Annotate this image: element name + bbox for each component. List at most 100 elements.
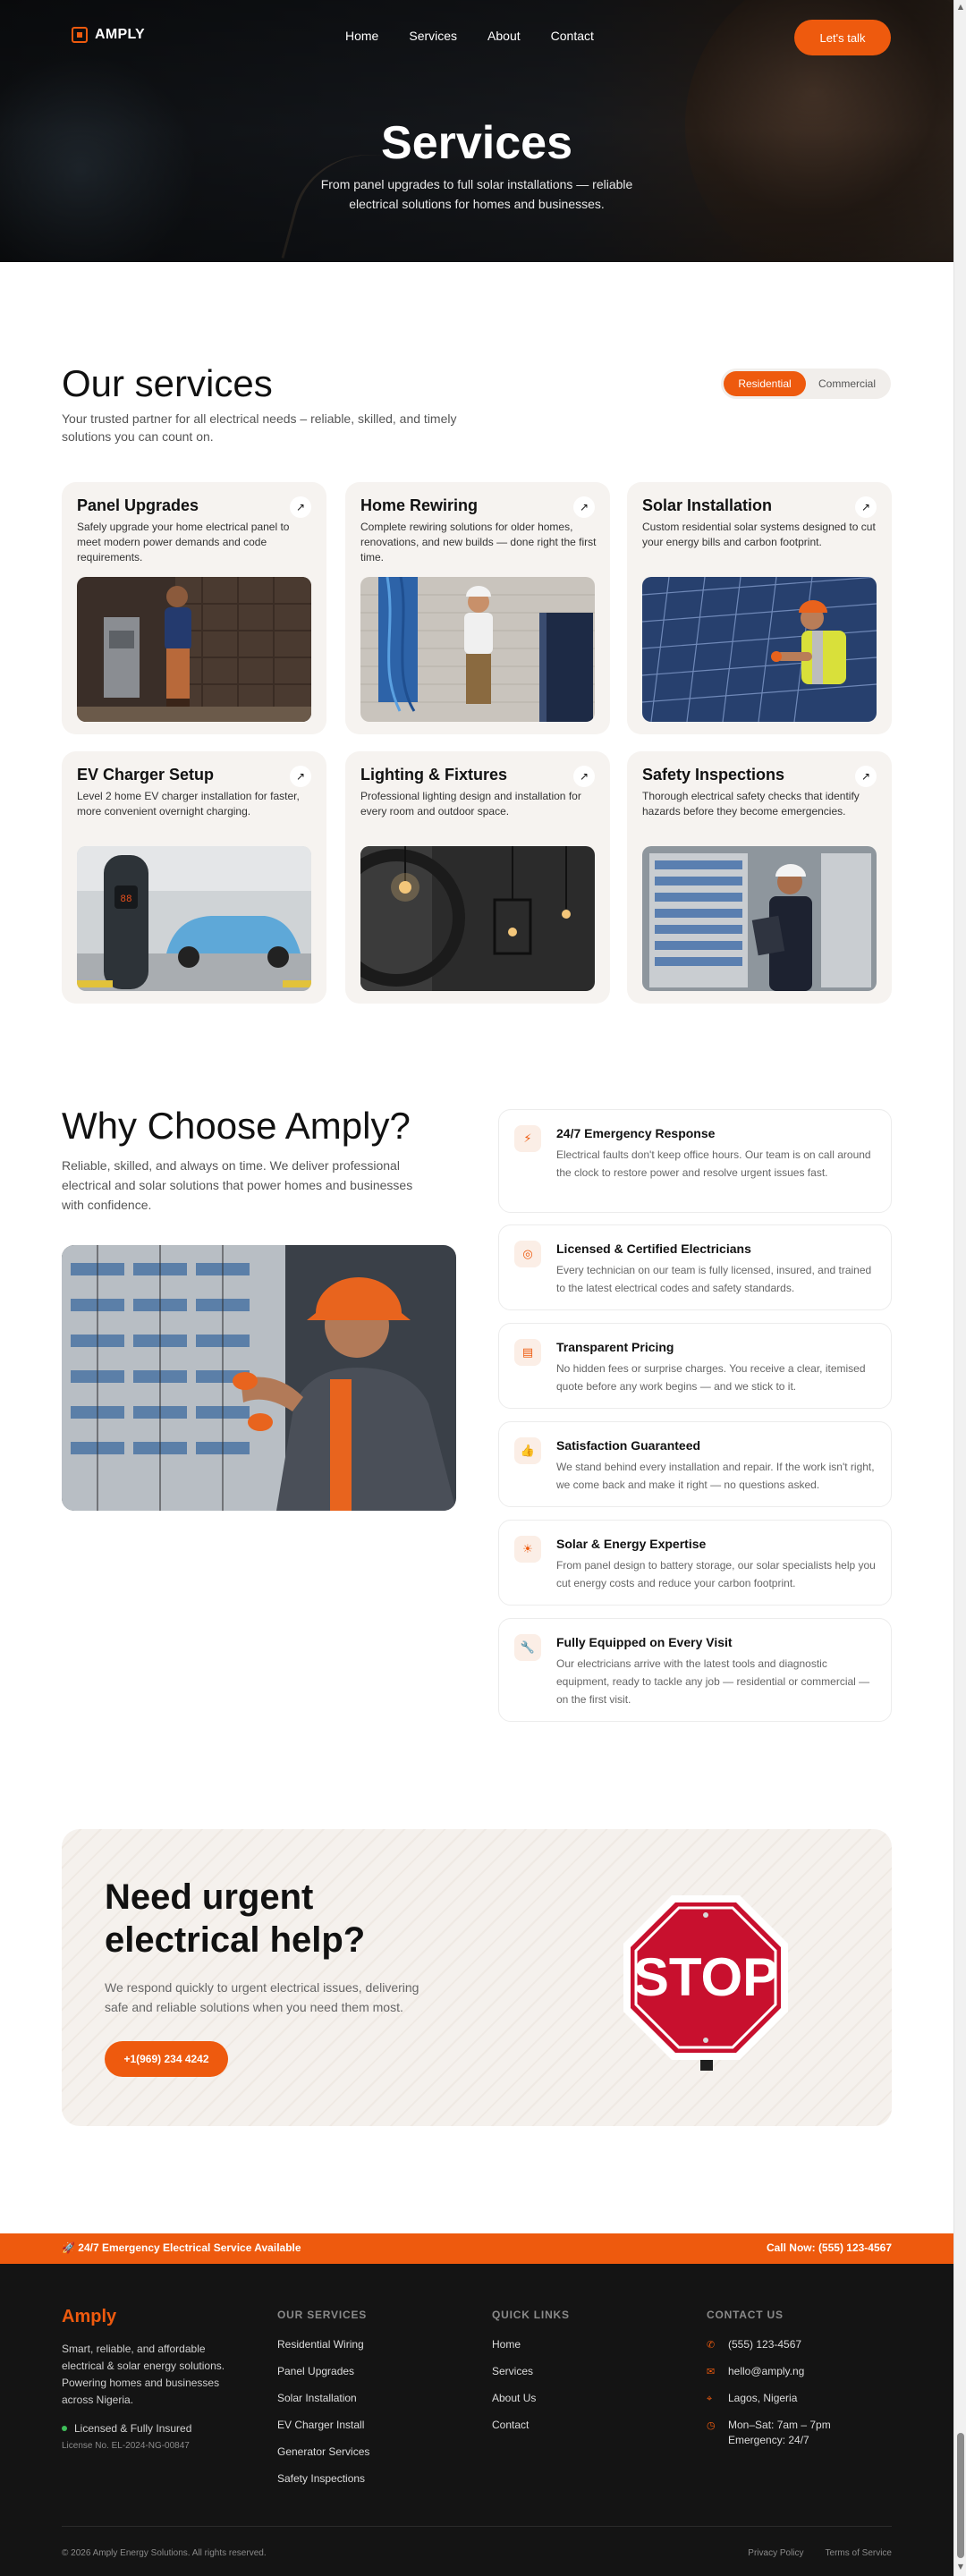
receipt-icon: ▤ — [514, 1339, 541, 1366]
feature-title: Transparent Pricing — [556, 1340, 674, 1354]
card-description: Complete rewiring solutions for older ho… — [360, 521, 597, 564]
feature-description: From panel design to battery storage, ou… — [556, 1559, 876, 1589]
footer-link-contact[interactable]: Contact — [492, 2418, 536, 2433]
cta-subtitle: We respond quickly to urgent electrical … — [105, 1980, 419, 2014]
card-description: Professional lighting design and install… — [360, 790, 581, 818]
nav-link-services[interactable]: Services — [409, 29, 457, 43]
legal-links: Privacy Policy Terms of Service — [748, 2548, 892, 2558]
stop-sign-image: STOP — [622, 1894, 790, 2072]
card-description: Safely upgrade your home electrical pane… — [77, 521, 290, 564]
footer-contact-heading: CONTACT US — [707, 2309, 784, 2321]
footer-services-list: Residential Wiring Panel Upgrades Solar … — [277, 2337, 369, 2487]
feature-card: 👍 Satisfaction Guaranteed We stand behin… — [498, 1421, 892, 1507]
card-title: Safety Inspections — [642, 766, 785, 784]
services-heading: Our services — [62, 362, 273, 404]
footer-link-services[interactable]: Services — [492, 2364, 536, 2379]
feature-title: Fully Equipped on Every Visit — [556, 1635, 733, 1649]
card-title: Lighting & Fixtures — [360, 766, 507, 784]
card-title: Solar Installation — [642, 496, 773, 514]
contact-hours-text: Mon–Sat: 7am – 7pm Emergency: 24/7 — [728, 2418, 831, 2448]
feature-card: ☀ Solar & Energy Expertise From panel de… — [498, 1520, 892, 1606]
feature-title: Satisfaction Guaranteed — [556, 1438, 701, 1453]
toggle-residential[interactable]: Residential — [724, 371, 806, 396]
wrench-icon: 🔧 — [514, 1634, 541, 1661]
terms-of-service-link[interactable]: Terms of Service — [826, 2548, 892, 2558]
feature-description: Electrical faults don't keep office hour… — [556, 1148, 871, 1179]
copyright: © 2026 Amply Energy Solutions. All right… — [62, 2548, 267, 2558]
cta-heading: Need urgent electrical help? — [105, 1877, 366, 1960]
vertical-scrollbar[interactable]: ▲ ▼ — [953, 0, 966, 2576]
contact-email[interactable]: ✉ hello@amply.ng — [707, 2364, 831, 2379]
footer-link-safety-inspections[interactable]: Safety Inspections — [277, 2471, 369, 2487]
card-description: Custom residential solar systems designe… — [642, 521, 876, 548]
home-rewiring-photo — [360, 577, 595, 722]
contact-phone-text: (555) 123-4567 — [728, 2338, 802, 2351]
lets-talk-button[interactable]: Let's talk — [794, 20, 891, 55]
footer-link-panel-upgrades[interactable]: Panel Upgrades — [277, 2364, 369, 2379]
arrow-up-right-icon[interactable]: ↗ — [855, 766, 877, 787]
nav-link-about[interactable]: About — [487, 29, 521, 43]
footer-link-about[interactable]: About Us — [492, 2391, 536, 2406]
card-title: Home Rewiring — [360, 496, 479, 514]
toggle-commercial[interactable]: Commercial — [806, 371, 888, 396]
licensed-badge: Licensed & Fully Insured — [62, 2422, 191, 2435]
feature-description: Every technician on our team is fully li… — [556, 1264, 872, 1294]
service-card-lighting-fixtures[interactable]: Lighting & Fixtures ↗ Professional light… — [345, 751, 610, 1004]
scroll-thumb[interactable] — [957, 2433, 964, 2558]
arrow-up-right-icon[interactable]: ↗ — [573, 766, 595, 787]
status-dot-icon — [62, 2426, 67, 2431]
page-title: Services — [381, 117, 572, 169]
emergency-bar: 🚀 24/7 Emergency Electrical Service Avai… — [0, 2233, 953, 2264]
hours-emergency: Emergency: 24/7 — [728, 2434, 809, 2446]
brand-logo[interactable]: AMPLY — [72, 27, 145, 43]
feature-card: ⚡ 24/7 Emergency Response Electrical fau… — [498, 1109, 892, 1213]
footer-about: Smart, reliable, and affordable electric… — [62, 2343, 225, 2406]
service-card-solar-installation[interactable]: Solar Installation ↗ Custom residential … — [627, 482, 892, 734]
feature-title: Solar & Energy Expertise — [556, 1537, 707, 1551]
ev-charger-photo: 88 — [77, 846, 311, 991]
card-title: Panel Upgrades — [77, 496, 199, 514]
feature-description: We stand behind every installation and r… — [556, 1461, 875, 1491]
footer-link-solar-installation[interactable]: Solar Installation — [277, 2391, 369, 2406]
footer-contact-list: ✆ (555) 123-4567 ✉ hello@amply.ng ⌖ Lago… — [707, 2337, 831, 2448]
scroll-down-icon[interactable]: ▼ — [957, 2563, 964, 2571]
service-card-safety-inspections[interactable]: Safety Inspections ↗ Thorough electrical… — [627, 751, 892, 1004]
mail-icon: ✉ — [707, 2366, 716, 2377]
top-nav: AMPLY Home Services About Contact Let's … — [0, 16, 953, 59]
nav-link-contact[interactable]: Contact — [551, 29, 594, 43]
stop-sign-text: STOP — [633, 1947, 778, 2007]
emergency-bar-text: 🚀 24/7 Emergency Electrical Service Avai… — [62, 2241, 301, 2254]
call-phone-button[interactable]: +1(969) 234 4242 — [105, 2041, 228, 2077]
contact-phone[interactable]: ✆ (555) 123-4567 — [707, 2337, 831, 2352]
footer-link-residential-wiring[interactable]: Residential Wiring — [277, 2337, 369, 2352]
privacy-policy-link[interactable]: Privacy Policy — [748, 2548, 803, 2558]
arrow-up-right-icon[interactable]: ↗ — [855, 496, 877, 518]
feature-title: Licensed & Certified Electricians — [556, 1241, 751, 1256]
page: AMPLY Home Services About Contact Let's … — [0, 0, 953, 2576]
card-description: Thorough electrical safety checks that i… — [642, 790, 860, 818]
service-card-ev-charger[interactable]: EV Charger Setup ↗ Level 2 home EV charg… — [62, 751, 326, 1004]
scroll-up-icon[interactable]: ▲ — [957, 4, 964, 11]
contact-location-text: Lagos, Nigeria — [728, 2392, 798, 2404]
footer-link-home[interactable]: Home — [492, 2337, 536, 2352]
feature-card: ▤ Transparent Pricing No hidden fees or … — [498, 1323, 892, 1409]
emergency-call-link[interactable]: Call Now: (555) 123-4567 — [767, 2241, 892, 2254]
footer-services-heading: OUR SERVICES — [277, 2309, 368, 2321]
arrow-up-right-icon[interactable]: ↗ — [573, 496, 595, 518]
footer-link-ev-charger[interactable]: EV Charger Install — [277, 2418, 369, 2433]
nav-links: Home Services About Contact — [345, 29, 594, 43]
thumbs-up-icon: 👍 — [514, 1437, 541, 1464]
nav-link-home[interactable]: Home — [345, 29, 378, 43]
footer-divider — [62, 2526, 892, 2527]
arrow-up-right-icon[interactable]: ↗ — [290, 496, 311, 518]
service-card-panel-upgrades[interactable]: Panel Upgrades ↗ Safely upgrade your hom… — [62, 482, 326, 734]
card-description: Level 2 home EV charger installation for… — [77, 790, 300, 818]
phone-icon: ✆ — [707, 2339, 716, 2351]
arrow-up-right-icon[interactable]: ↗ — [290, 766, 311, 787]
brand-name: AMPLY — [95, 27, 146, 42]
electrician-panel-photo — [62, 1245, 456, 1511]
service-card-home-rewiring[interactable]: Home Rewiring ↗ Complete rewiring soluti… — [345, 482, 610, 734]
footer-brand[interactable]: Amply — [62, 2307, 116, 2327]
footer-link-generator-services[interactable]: Generator Services — [277, 2445, 369, 2460]
sun-icon: ☀ — [514, 1536, 541, 1563]
